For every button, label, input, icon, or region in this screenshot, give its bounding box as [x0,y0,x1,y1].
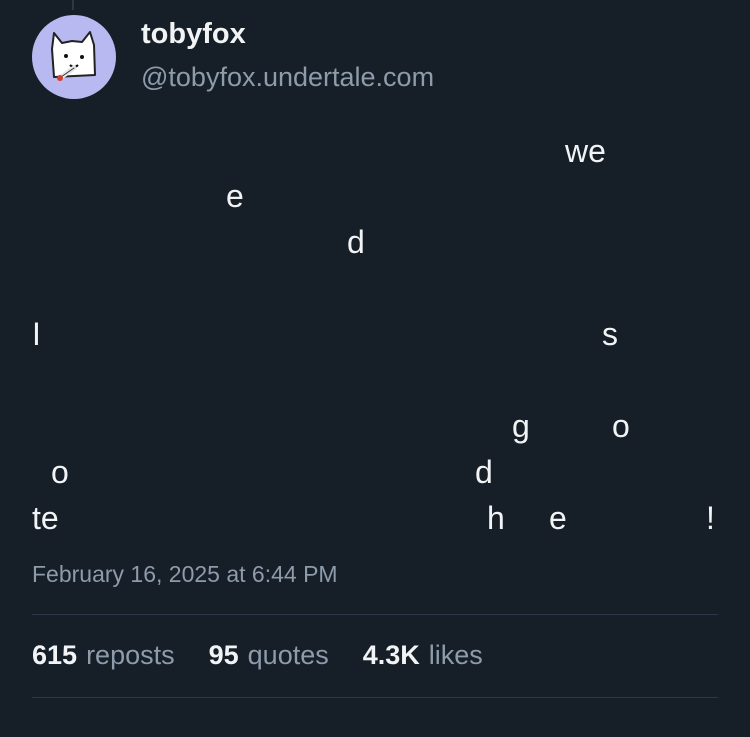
quotes-stat[interactable]: 95 quotes [209,640,329,671]
divider [32,614,718,615]
post-text-fragment: o [51,454,69,490]
thread-line [72,0,74,10]
reposts-label: reposts [86,640,175,670]
likes-count: 4.3K [362,640,420,670]
post-text-fragment: ! [706,500,715,536]
reposts-count: 615 [32,640,78,670]
avatar[interactable] [32,15,116,99]
post-text-fragment: s [602,316,618,352]
divider [32,697,718,698]
author-display-name[interactable]: tobyfox [141,18,246,51]
dog-avatar-icon [51,31,96,81]
post-timestamp[interactable]: February 16, 2025 at 6:44 PM [32,561,338,588]
author-handle[interactable]: @tobyfox.undertale.com [141,62,434,93]
post-text-fragment: o [612,408,630,444]
post-text-fragment: e [226,178,244,214]
likes-stat[interactable]: 4.3K likes [363,640,483,671]
post-text-fragment: te [32,500,59,536]
post-text-fragment: g [512,408,530,444]
post-text-fragment: we [565,133,606,169]
post-text-fragment: d [347,224,365,260]
post-view: tobyfox @tobyfox.undertale.com we e d I … [0,0,750,737]
post-text-fragment: I [32,316,41,352]
likes-label: likes [428,640,483,670]
post-text-fragment: h [487,500,505,536]
quotes-label: quotes [247,640,329,670]
engagement-stats: 615 reposts 95 quotes 4.3K likes [32,640,483,671]
quotes-count: 95 [208,640,239,670]
reposts-stat[interactable]: 615 reposts [32,640,175,671]
post-text-fragment: d [475,454,493,490]
post-text-fragment: e [549,500,567,536]
